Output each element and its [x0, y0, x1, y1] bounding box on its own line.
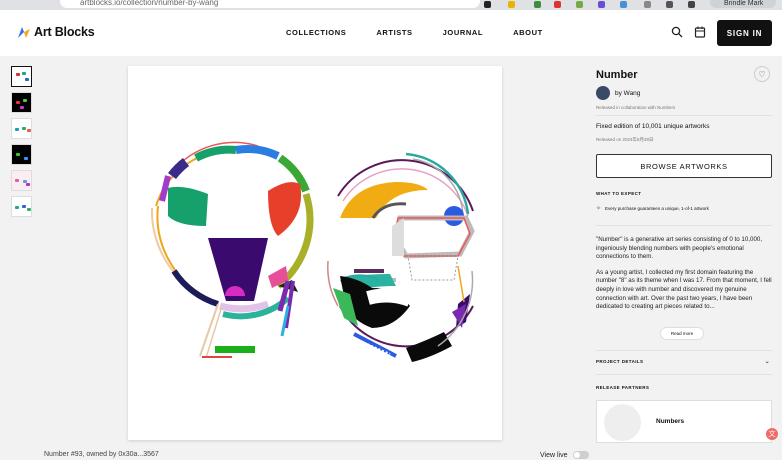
thumbnail[interactable]: [11, 66, 32, 87]
extension-icon[interactable]: [644, 1, 651, 8]
edition-info: Fixed edition of 10,001 unique artworks: [596, 123, 710, 130]
project-panel: Number ♡ by Wang Released in collaborati…: [596, 56, 776, 460]
browse-artworks-button[interactable]: BROWSE ARTWORKS: [596, 154, 772, 178]
thumbnail[interactable]: [11, 92, 32, 113]
artist-name: by Wang: [615, 89, 641, 97]
extension-icon[interactable]: [666, 1, 673, 8]
extension-icon[interactable]: [620, 1, 627, 8]
partner-logo: [604, 404, 641, 441]
logo[interactable]: Art Blocks: [18, 25, 95, 39]
project-description: "Number" is a generative art series cons…: [596, 236, 774, 319]
main-nav: COLLECTIONS ARTISTS JOURNAL ABOUT: [286, 28, 573, 37]
chevron-down-icon: ⌄: [764, 359, 770, 365]
search-icon[interactable]: [671, 26, 683, 38]
nav-about[interactable]: ABOUT: [513, 28, 543, 37]
extension-icon[interactable]: [576, 1, 583, 8]
brand-name: Art Blocks: [34, 25, 95, 39]
divider: [596, 115, 772, 116]
site-header: Art Blocks COLLECTIONS ARTISTS JOURNAL A…: [0, 10, 782, 56]
thumbnail[interactable]: [11, 170, 32, 191]
extension-icon[interactable]: [534, 1, 541, 8]
extension-icon[interactable]: [554, 1, 561, 8]
artwork-canvas: [150, 141, 475, 362]
view-live-toggle[interactable]: [572, 451, 589, 459]
description-paragraph: "Number" is a generative art series cons…: [596, 236, 763, 261]
read-more-button[interactable]: Read more: [660, 327, 704, 340]
translate-extension-icon[interactable]: 文: [766, 428, 778, 440]
extension-icon[interactable]: [508, 1, 515, 8]
favorite-heart-icon[interactable]: ♡: [754, 66, 770, 82]
project-details-toggle[interactable]: PROJECT DETAILS ⌄: [596, 359, 772, 365]
view-live-control[interactable]: View live: [540, 451, 589, 459]
divider: [596, 225, 772, 226]
release-date: Released on 2024年8月28日: [596, 137, 654, 142]
extension-icon[interactable]: [484, 1, 491, 8]
owner-caption: Number #93, owned by 0x30a...3567: [44, 451, 159, 458]
project-details-label: PROJECT DETAILS: [596, 359, 644, 364]
release-partners-heading: RELEASE PARTNERS: [596, 385, 650, 390]
project-title: Number: [596, 69, 638, 81]
thumbnail-strip: [11, 66, 32, 222]
nav-artists[interactable]: ARTISTS: [376, 28, 412, 37]
artwork-image[interactable]: [128, 66, 502, 440]
extension-icon[interactable]: [688, 1, 695, 8]
what-to-expect-heading: WHAT TO EXPECT: [596, 191, 642, 196]
nav-collections[interactable]: COLLECTIONS: [286, 28, 346, 37]
thumbnail[interactable]: [11, 144, 32, 165]
guarantee-note: ✧ Every purchase guarantees a unique, 1-…: [596, 205, 709, 212]
calendar-icon[interactable]: [694, 26, 706, 38]
profile-button[interactable]: Brindle Mark: [710, 0, 776, 8]
partner-card[interactable]: Numbers: [596, 400, 772, 443]
view-live-label: View live: [540, 451, 568, 459]
main-content: Number #93, owned by 0x30a...3567 View l…: [0, 56, 782, 460]
partner-name: Numbers: [656, 418, 685, 425]
art-blocks-logo-icon: [18, 26, 30, 38]
divider: [596, 374, 772, 375]
description-paragraph: As a young artist, I collected my first …: [596, 268, 772, 311]
browser-chrome: artblocks.io/collection/number-by-wang B…: [0, 0, 782, 10]
artist-link[interactable]: by Wang: [596, 86, 640, 100]
avatar: [596, 86, 610, 100]
address-bar[interactable]: artblocks.io/collection/number-by-wang: [60, 0, 480, 8]
extension-icon[interactable]: [598, 1, 605, 8]
collab-note: Released in collaboration with Numbers: [596, 105, 676, 110]
sign-in-button[interactable]: SIGN IN: [717, 20, 772, 46]
divider: [596, 350, 772, 351]
nav-journal[interactable]: JOURNAL: [443, 28, 483, 37]
thumbnail[interactable]: [11, 118, 32, 139]
thumbnail[interactable]: [11, 196, 32, 217]
guarantee-text: Every purchase guarantees a unique, 1-of…: [605, 206, 709, 211]
sparkle-icon: ✧: [596, 206, 602, 212]
